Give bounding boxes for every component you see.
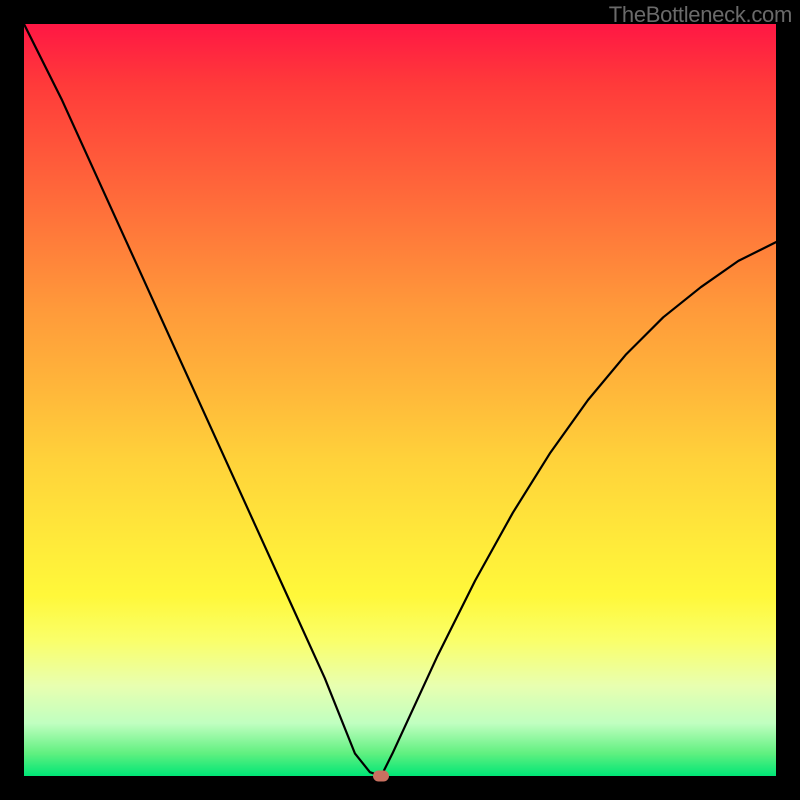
- plot-area: [24, 24, 776, 776]
- optimal-point-marker: [373, 771, 389, 782]
- chart-container: TheBottleneck.com: [0, 0, 800, 800]
- bottleneck-curve: [24, 24, 776, 776]
